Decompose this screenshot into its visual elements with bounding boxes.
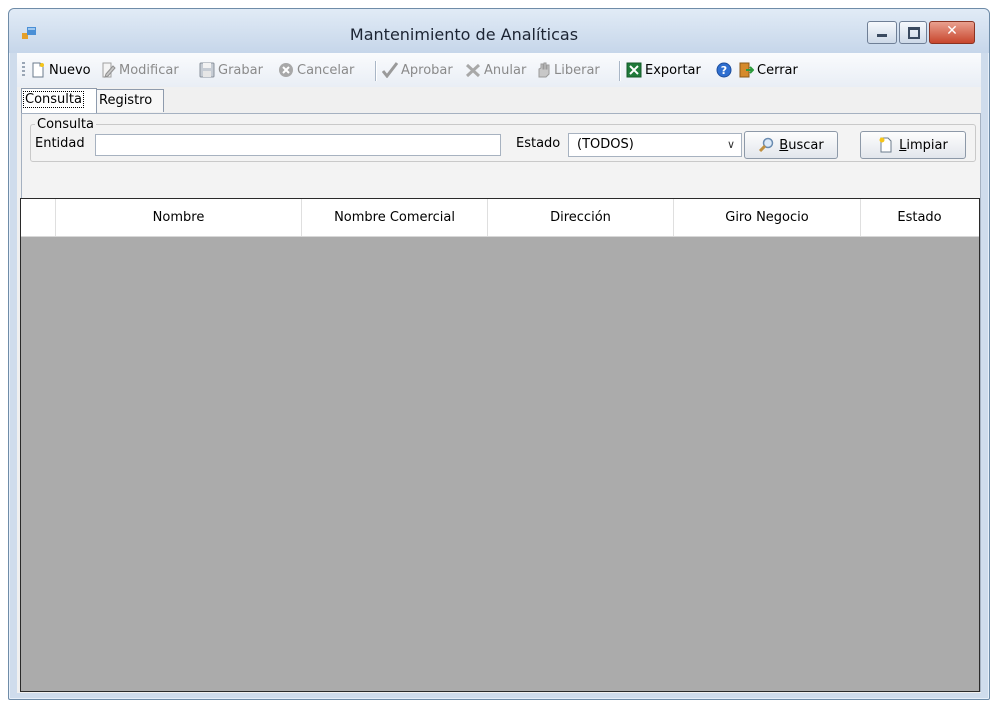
modificar-label: Modificar xyxy=(119,62,179,78)
svg-text:?: ? xyxy=(721,64,727,77)
limpiar-label: Limpiar xyxy=(899,137,948,153)
checkmark-icon xyxy=(382,62,398,78)
exportar-label: Exportar xyxy=(645,62,701,78)
tab-registro-label: Registro xyxy=(99,93,153,108)
entidad-label: Entidad xyxy=(35,136,85,151)
new-document-icon xyxy=(32,62,44,78)
search-icon xyxy=(759,137,774,153)
close-icon: ✕ xyxy=(946,23,958,39)
tab-registro[interactable]: Registro xyxy=(96,89,164,112)
help-button[interactable]: ? xyxy=(716,60,732,80)
estado-label: Estado xyxy=(516,136,561,151)
column-header-nombre-comercial[interactable]: Nombre Comercial xyxy=(302,199,488,236)
tab-consulta-label: Consulta xyxy=(23,91,84,108)
column-header-direccion[interactable]: Dirección xyxy=(488,199,674,236)
main-window: Mantenimiento de Analíticas ✕ Nuevo Modi… xyxy=(8,8,990,700)
cerrar-label: Cerrar xyxy=(757,62,798,78)
limpiar-button[interactable]: Limpiar xyxy=(860,131,966,159)
cancelar-label: Cancelar xyxy=(297,62,355,78)
cancelar-button[interactable]: Cancelar xyxy=(278,60,354,80)
toolbar-separator xyxy=(619,61,621,81)
buscar-label: Buscar xyxy=(779,137,824,153)
exit-door-icon xyxy=(739,62,754,78)
help-icon: ? xyxy=(716,62,732,78)
grabar-button[interactable]: Grabar xyxy=(199,60,263,80)
row-header-column[interactable] xyxy=(21,199,56,236)
grabar-label: Grabar xyxy=(218,62,263,78)
excel-icon xyxy=(626,62,642,78)
toolbar: Nuevo Modificar Grabar Cancelar Aprobar … xyxy=(17,53,981,87)
aprobar-label: Aprobar xyxy=(401,62,453,78)
results-grid[interactable]: Nombre Nombre Comercial Dirección Giro N… xyxy=(20,198,980,692)
aprobar-button[interactable]: Aprobar xyxy=(382,60,453,80)
chevron-down-icon: ∨ xyxy=(726,138,735,151)
toolbar-separator xyxy=(375,61,377,81)
toolbar-grip[interactable] xyxy=(22,62,25,78)
void-x-icon xyxy=(465,63,481,78)
entidad-input[interactable] xyxy=(95,134,501,156)
liberar-label: Liberar xyxy=(554,62,600,78)
cerrar-button[interactable]: Cerrar xyxy=(738,60,798,80)
liberar-button[interactable]: Liberar xyxy=(535,60,600,80)
exportar-button[interactable]: Exportar xyxy=(626,60,701,80)
minimize-button[interactable] xyxy=(867,21,897,44)
consulta-tab-page: Consulta Entidad Estado (TODOS) ∨ Buscar xyxy=(20,113,981,692)
column-header-nombre[interactable]: Nombre xyxy=(56,199,302,236)
column-header-giro-negocio[interactable]: Giro Negocio xyxy=(674,199,861,236)
nuevo-label: Nuevo xyxy=(49,62,91,78)
group-title: Consulta xyxy=(35,117,96,132)
nuevo-button[interactable]: Nuevo xyxy=(30,60,91,80)
anular-button[interactable]: Anular xyxy=(465,60,526,80)
modificar-button[interactable]: Modificar xyxy=(100,60,179,80)
window-title: Mantenimiento de Analíticas xyxy=(349,25,579,44)
save-disk-icon xyxy=(199,62,215,78)
tab-consulta[interactable]: Consulta xyxy=(21,88,97,113)
edit-document-icon xyxy=(102,62,116,78)
cancel-icon xyxy=(279,63,293,77)
estado-select-value: (TODOS) xyxy=(577,137,634,152)
maximize-button[interactable] xyxy=(899,21,927,44)
close-window-button[interactable]: ✕ xyxy=(929,21,975,44)
estado-select[interactable]: (TODOS) ∨ xyxy=(568,133,742,157)
clear-document-icon xyxy=(879,137,892,153)
buscar-button[interactable]: Buscar xyxy=(744,131,838,159)
grid-header: Nombre Nombre Comercial Dirección Giro N… xyxy=(21,199,979,237)
client-area: Nuevo Modificar Grabar Cancelar Aprobar … xyxy=(17,53,981,693)
title-bar[interactable]: Mantenimiento de Analíticas ✕ xyxy=(9,9,989,53)
column-header-estado[interactable]: Estado xyxy=(861,199,978,236)
hand-icon xyxy=(538,62,550,78)
anular-label: Anular xyxy=(484,62,527,78)
consulta-group: Consulta Entidad Estado (TODOS) ∨ Buscar xyxy=(30,117,976,162)
